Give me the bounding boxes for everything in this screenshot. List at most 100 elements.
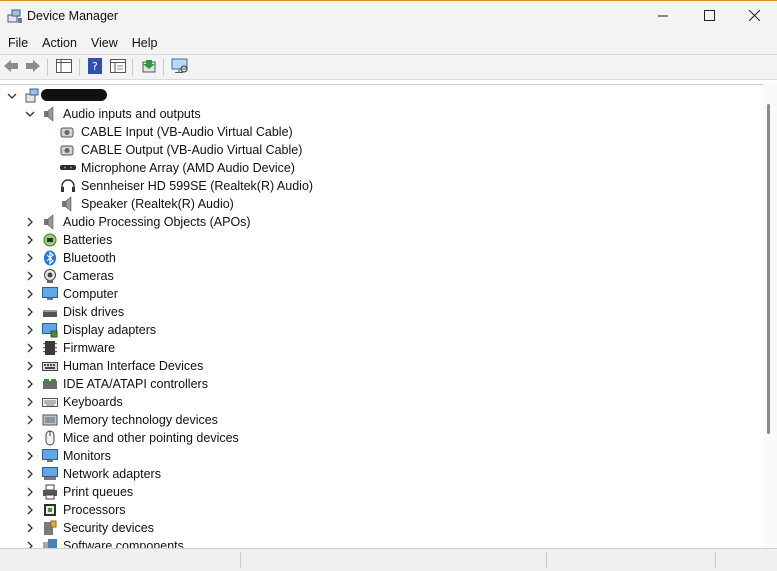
category-batteries[interactable]: Batteries xyxy=(24,231,112,249)
status-separator xyxy=(240,552,241,568)
chevron-right-icon[interactable] xyxy=(24,504,36,516)
category-network-adapters[interactable]: Network adapters xyxy=(24,465,161,483)
category-processors[interactable]: Processors xyxy=(24,501,126,519)
bluetooth-icon xyxy=(42,250,58,266)
window-title: Device Manager xyxy=(27,9,119,23)
category-monitors[interactable]: Monitors xyxy=(24,447,111,465)
scan-hardware-icon xyxy=(171,58,189,77)
help-button[interactable]: ? xyxy=(86,58,104,77)
category-label: Processors xyxy=(63,503,126,517)
audio-device-icon xyxy=(60,142,76,158)
toolbar-separator xyxy=(163,59,164,76)
chevron-right-icon[interactable] xyxy=(24,432,36,444)
update-driver-icon xyxy=(141,58,157,77)
category-keyboards[interactable]: Keyboards xyxy=(24,393,123,411)
battery-icon xyxy=(42,232,58,248)
toolbar: ? xyxy=(0,54,777,80)
category-audio-inputs-outputs[interactable]: Audio inputs and outputs xyxy=(24,105,201,123)
chevron-right-icon[interactable] xyxy=(24,414,36,426)
category-human-interface-devices[interactable]: Human Interface Devices xyxy=(24,357,203,375)
menu-help[interactable]: Help xyxy=(125,32,165,54)
chevron-right-icon[interactable] xyxy=(24,270,36,282)
chevron-down-icon[interactable] xyxy=(6,90,18,102)
category-label: Human Interface Devices xyxy=(63,359,204,373)
device-label: CABLE Input (VB-Audio Virtual Cable) xyxy=(81,125,293,139)
device-label: CABLE Output (VB-Audio Virtual Cable) xyxy=(81,143,303,157)
chevron-right-icon[interactable] xyxy=(24,324,36,336)
category-computer[interactable]: Computer xyxy=(24,285,118,303)
device-label: Sennheiser HD 599SE (Realtek(R) Audio) xyxy=(81,179,314,193)
maximize-button[interactable] xyxy=(686,1,732,32)
category-cameras[interactable]: Cameras xyxy=(24,267,114,285)
svg-text:?: ? xyxy=(92,60,98,73)
device-sennheiser-headphones[interactable]: Sennheiser HD 599SE (Realtek(R) Audio) xyxy=(60,177,313,195)
forward-button[interactable] xyxy=(24,59,42,76)
printer-icon xyxy=(42,484,58,500)
close-button[interactable] xyxy=(731,1,777,32)
category-display-adapters[interactable]: Display adapters xyxy=(24,321,156,339)
scan-hardware-button[interactable] xyxy=(171,58,189,77)
category-ide-ata-atapi-controllers[interactable]: IDE ATA/ATAPI controllers xyxy=(24,375,208,393)
category-security-devices[interactable]: Security devices xyxy=(24,519,154,537)
chevron-right-icon[interactable] xyxy=(24,360,36,372)
camera-icon xyxy=(42,268,58,284)
category-label: Audio inputs and outputs xyxy=(63,107,201,121)
category-label: Batteries xyxy=(63,233,113,247)
status-separator xyxy=(715,552,716,568)
category-audio-processing-objects-apos[interactable]: Audio Processing Objects (APOs) xyxy=(24,213,251,231)
tree-root[interactable] xyxy=(6,87,45,105)
menu-view[interactable]: View xyxy=(84,32,125,54)
menu-action[interactable]: Action xyxy=(35,32,84,54)
computer-root-icon xyxy=(24,88,40,104)
chevron-right-icon[interactable] xyxy=(24,288,36,300)
category-memory-technology-devices[interactable]: Memory technology devices xyxy=(24,411,218,429)
chevron-down-icon[interactable] xyxy=(24,108,36,120)
minimize-button[interactable] xyxy=(640,1,686,32)
memory-device-icon xyxy=(42,412,58,428)
category-label: Mice and other pointing devices xyxy=(63,431,239,445)
firmware-chip-icon xyxy=(42,340,58,356)
category-label: IDE ATA/ATAPI controllers xyxy=(63,377,208,391)
status-bar xyxy=(0,548,777,571)
mouse-icon xyxy=(42,430,58,446)
vertical-scrollbar[interactable] xyxy=(763,84,777,548)
category-label: Cameras xyxy=(63,269,114,283)
chevron-right-icon[interactable] xyxy=(24,522,36,534)
device-manager-icon xyxy=(7,9,23,25)
computer-icon xyxy=(42,286,58,302)
chevron-right-icon[interactable] xyxy=(24,450,36,462)
category-mice-and-other-pointing-devices[interactable]: Mice and other pointing devices xyxy=(24,429,239,447)
category-firmware[interactable]: Firmware xyxy=(24,339,115,357)
menu-bar: File Action View Help xyxy=(0,32,777,54)
device-speaker-realtek[interactable]: Speaker (Realtek(R) Audio) xyxy=(60,195,234,213)
chevron-right-icon[interactable] xyxy=(24,216,36,228)
chevron-right-icon[interactable] xyxy=(24,252,36,264)
chevron-right-icon[interactable] xyxy=(24,342,36,354)
chevron-right-icon[interactable] xyxy=(24,468,36,480)
chevron-right-icon[interactable] xyxy=(24,306,36,318)
device-cable-input[interactable]: CABLE Input (VB-Audio Virtual Cable) xyxy=(60,123,293,141)
category-bluetooth[interactable]: Bluetooth xyxy=(24,249,116,267)
chevron-right-icon[interactable] xyxy=(24,378,36,390)
category-disk-drives[interactable]: Disk drives xyxy=(24,303,124,321)
device-microphone-array[interactable]: Microphone Array (AMD Audio Device) xyxy=(60,159,295,177)
speaker-icon xyxy=(60,196,76,212)
properties-button[interactable] xyxy=(109,59,127,76)
back-arrow-icon xyxy=(3,59,19,76)
back-button[interactable] xyxy=(2,59,20,76)
show-hide-tree-button[interactable] xyxy=(55,59,73,76)
ide-controller-icon xyxy=(42,376,58,392)
device-label: Speaker (Realtek(R) Audio) xyxy=(81,197,234,211)
category-print-queues[interactable]: Print queues xyxy=(24,483,133,501)
chevron-right-icon[interactable] xyxy=(24,486,36,498)
properties-icon xyxy=(110,59,126,76)
category-label: Display adapters xyxy=(63,323,157,337)
chevron-right-icon[interactable] xyxy=(24,396,36,408)
update-driver-button[interactable] xyxy=(140,59,158,76)
help-icon: ? xyxy=(88,58,102,77)
category-label: Firmware xyxy=(63,341,116,355)
device-cable-output[interactable]: CABLE Output (VB-Audio Virtual Cable) xyxy=(60,141,302,159)
menu-file[interactable]: File xyxy=(0,32,35,54)
chevron-right-icon[interactable] xyxy=(24,234,36,246)
scrollbar-thumb[interactable] xyxy=(767,104,770,434)
